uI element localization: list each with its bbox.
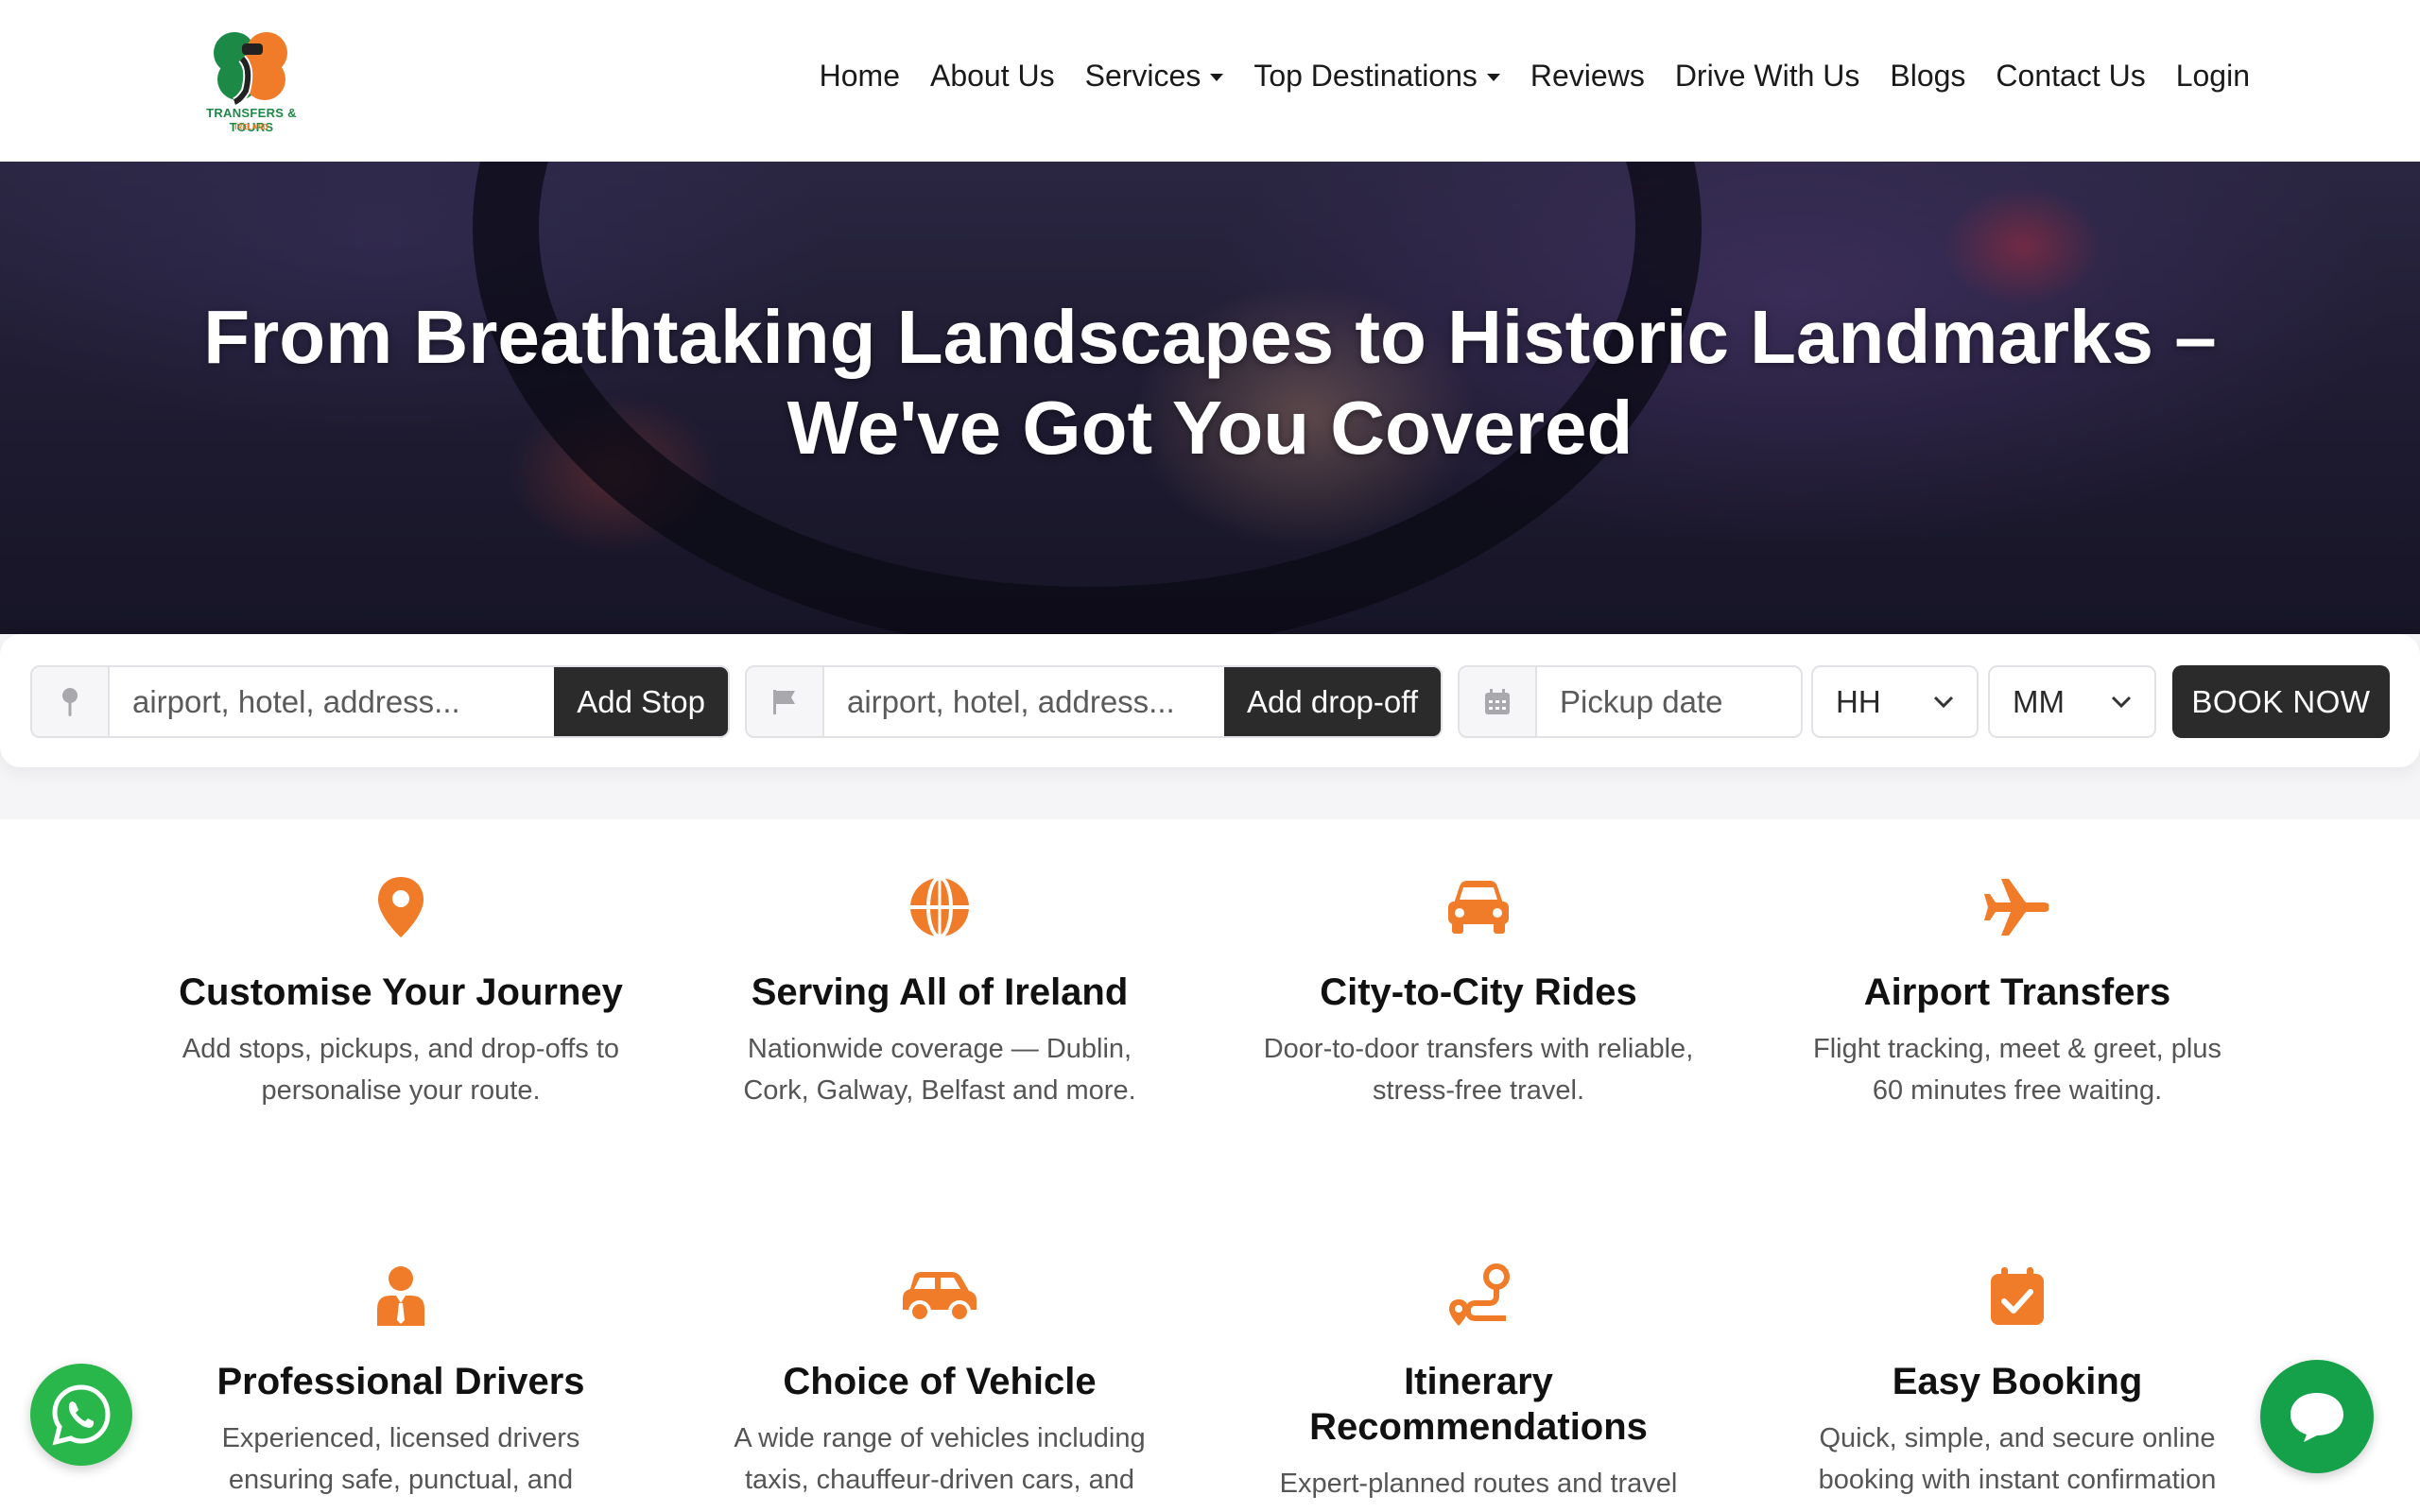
feature-customise-journey: Customise Your Journey Add stops, pickup… <box>136 869 666 1111</box>
feature-text: Flight tracking, meet & greet, plus 60 mi… <box>1813 1034 2221 1106</box>
nav-login-label: Login <box>2175 59 2250 93</box>
nav-home[interactable]: Home <box>820 59 900 94</box>
nav-about-label: About Us <box>929 59 1055 93</box>
booking-form: airport, hotel, address... Add Stop airp… <box>0 634 2420 767</box>
pin-icon <box>32 667 110 736</box>
hour-value: HH <box>1836 683 1881 719</box>
feature-title: Easy Booking <box>1892 1361 2143 1402</box>
add-stop-button[interactable]: Add Stop <box>554 667 728 736</box>
hero-title-line1: From Breathtaking Landscapes to Historic… <box>203 295 2217 379</box>
nav-services[interactable]: Services <box>1085 59 1224 94</box>
caret-down-icon <box>1210 73 1224 81</box>
plane-icon <box>1753 869 2282 945</box>
nav-reviews-label: Reviews <box>1530 59 1645 93</box>
hour-select[interactable]: HH <box>1811 665 1979 738</box>
whatsapp-button[interactable] <box>30 1364 132 1466</box>
booking-section: airport, hotel, address... Add Stop airp… <box>0 634 2420 819</box>
feature-text: Door-to-door transfers with reliable, str… <box>1263 1034 1694 1106</box>
feature-text: A wide range of vehicles including taxis,… <box>734 1423 1146 1495</box>
minute-value: MM <box>2013 683 2065 719</box>
feature-title: City-to-City Rides <box>1320 971 1637 1013</box>
dropoff-input[interactable]: airport, hotel, address... <box>824 667 1224 736</box>
pickup-date-input[interactable]: Pickup date <box>1537 667 1801 736</box>
nav-contact-label: Contact Us <box>1996 59 2146 93</box>
driver-icon <box>136 1259 666 1334</box>
flag-icon <box>747 667 824 736</box>
feature-serving-ireland: Serving All of Ireland Nationwide covera… <box>675 869 1204 1111</box>
nav-drive-label: Drive With Us <box>1674 59 1860 93</box>
nav-destinations-label: Top Destinations <box>1253 59 1478 93</box>
date-field: Pickup date <box>1458 665 1803 738</box>
feature-title: Choice of Vehicle <box>783 1361 1097 1402</box>
nav-reviews[interactable]: Reviews <box>1530 59 1645 94</box>
feature-title: Serving All of Ireland <box>751 971 1129 1013</box>
pickup-input[interactable]: airport, hotel, address... <box>110 667 554 736</box>
globe-icon <box>675 869 1204 945</box>
feature-city-to-city: City-to-City Rides Door-to-door transfer… <box>1214 869 1743 1111</box>
nav-login[interactable]: Login <box>2176 59 2250 94</box>
nav-contact-us[interactable]: Contact Us <box>1996 59 2145 94</box>
hero-title: From Breathtaking Landscapes to Historic… <box>0 292 2420 473</box>
feature-airport-transfers: Airport Transfers Flight tracking, meet … <box>1753 869 2282 1111</box>
hero-banner: From Breathtaking Landscapes to Historic… <box>0 162 2420 634</box>
nav-blogs-label: Blogs <box>1890 59 1966 93</box>
car-front-icon <box>1214 869 1743 945</box>
book-now-button[interactable]: BOOK NOW <box>2172 665 2390 738</box>
calendar-icon <box>1460 667 1537 736</box>
feature-title: Customise Your Journey <box>179 971 623 1013</box>
minute-select[interactable]: MM <box>1988 665 2156 738</box>
route-icon <box>1214 1259 1743 1334</box>
feature-text: Experienced, licensed drivers ensuring sa… <box>221 1423 580 1495</box>
feature-text: Nationwide coverage — Dublin, Cork, Galwa… <box>743 1034 1136 1106</box>
feature-text: Quick, simple, and secure online booking … <box>1818 1423 2217 1495</box>
site-logo[interactable]: TRANSFERS & TOURS IRELAND <box>185 25 318 136</box>
shamrock-logo-icon <box>214 32 287 107</box>
feature-title: Airport Transfers <box>1863 971 2171 1013</box>
add-dropoff-button[interactable]: Add drop-off <box>1223 667 1441 736</box>
map-pin-icon <box>136 869 666 945</box>
feature-itinerary: Itinerary Recommendations Expert-planned … <box>1214 1259 1743 1504</box>
feature-professional-drivers: Professional Drivers Experienced, licens… <box>136 1259 666 1501</box>
feature-choice-vehicle: Choice of Vehicle A wide range of vehicl… <box>675 1259 1204 1501</box>
nav-top-destinations[interactable]: Top Destinations <box>1253 59 1500 94</box>
pickup-field: airport, hotel, address... Add Stop <box>30 665 730 738</box>
live-chat-button[interactable] <box>2260 1360 2374 1473</box>
feature-text: Expert-planned routes and travel <box>1279 1469 1678 1499</box>
nav-home-label: Home <box>819 59 900 93</box>
feature-title: Professional Drivers <box>216 1361 585 1402</box>
chat-bubble-icon <box>2290 1393 2343 1442</box>
nav-services-label: Services <box>1084 59 1201 93</box>
main-nav: Home About Us Services Top Destinations … <box>820 59 2250 94</box>
feature-easy-booking: Easy Booking Quick, simple, and secure o… <box>1753 1259 2282 1501</box>
calendar-check-icon <box>1753 1259 2282 1334</box>
logo-subtext: IRELAND <box>234 123 268 131</box>
dropoff-field: airport, hotel, address... Add drop-off <box>745 665 1443 738</box>
feature-text: Add stops, pickups, and drop-offs to pers… <box>182 1034 620 1106</box>
car-side-icon <box>675 1259 1204 1334</box>
site-header: TRANSFERS & TOURS IRELAND Home About Us … <box>0 0 2420 162</box>
nav-blogs[interactable]: Blogs <box>1890 59 1965 94</box>
caret-down-icon <box>1486 73 1500 81</box>
nav-drive-with-us[interactable]: Drive With Us <box>1675 59 1860 94</box>
chevron-down-icon <box>2111 696 2132 708</box>
feature-title: Itinerary Recommendations <box>1309 1361 1648 1448</box>
whatsapp-icon <box>52 1384 111 1446</box>
hero-title-line2: We've Got You Covered <box>786 386 1634 470</box>
chevron-down-icon <box>1933 696 1954 708</box>
nav-about-us[interactable]: About Us <box>930 59 1055 94</box>
